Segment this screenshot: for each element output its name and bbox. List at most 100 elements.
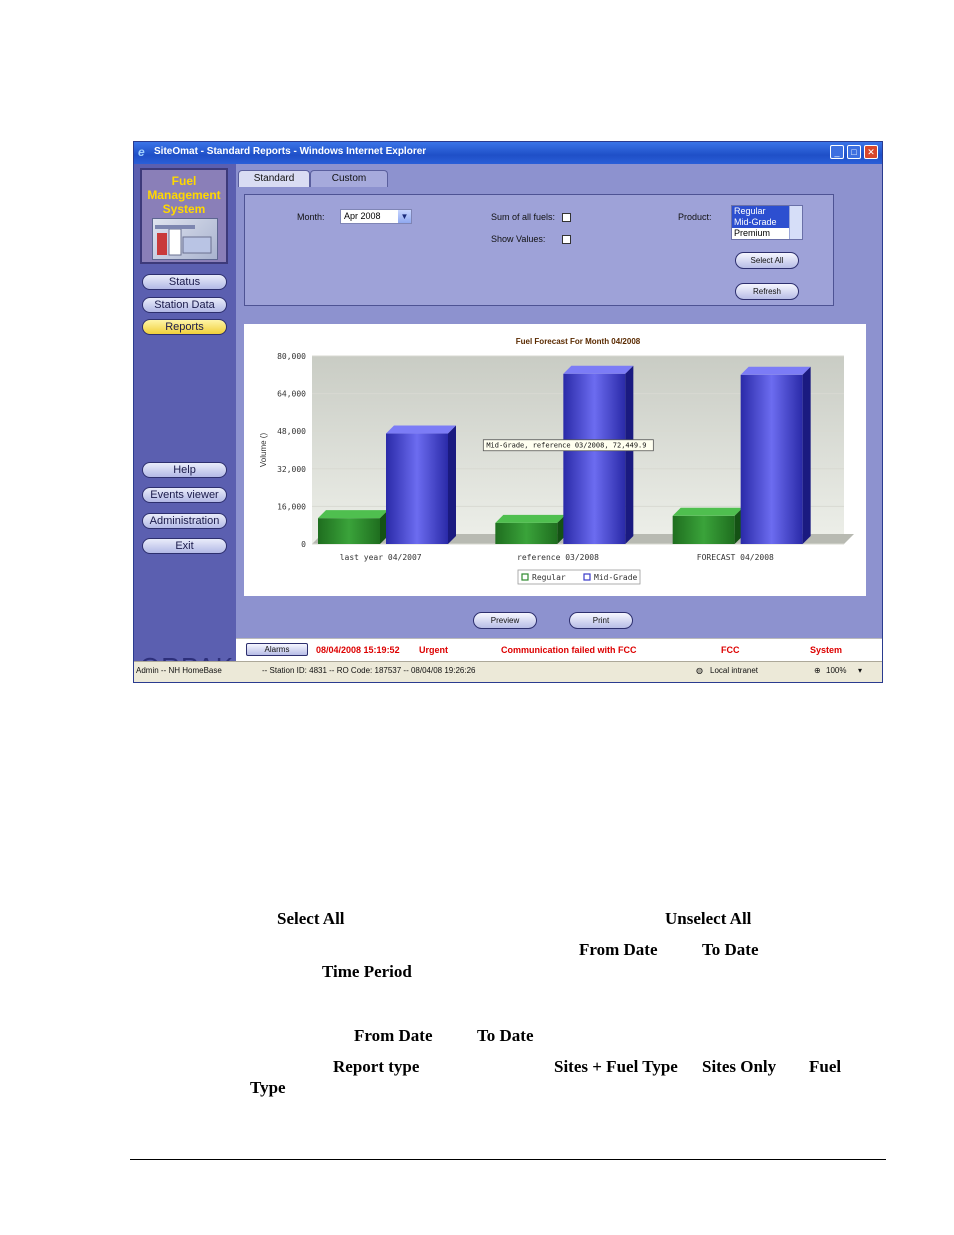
footer-divider [130,1159,886,1160]
title-bar: e SiteOmat - Standard Reports - Windows … [134,142,882,164]
bar-top-mid-grade [386,425,456,434]
status-user: Admin -- NH HomeBase [136,666,222,675]
bar-top-mid-grade [563,365,634,374]
show-values-label: Show Values: [491,234,546,244]
doc-unselect-all: Unselect All [665,909,752,928]
y-tick-label: 64,000 [277,390,306,399]
bar-mid-grade [386,433,448,544]
tab-standard[interactable]: Standard [238,170,310,187]
minimize-button[interactable]: _ [830,145,844,159]
chevron-down-icon[interactable]: ▾ [858,666,862,675]
chart-svg: Fuel Forecast For Month 04/2008 80,000 64,… [259,337,854,585]
legend-swatch-mid-grade [583,573,591,581]
doc-fuel: Fuel [809,1057,842,1076]
alarm-type: System [810,645,843,655]
doc-sites-only: Sites Only [702,1057,777,1076]
doc-from-date: From Date [579,940,658,959]
filter-panel: Month: Apr 2008 ▼ Sum of all fuels: Show… [244,194,834,306]
refresh-button[interactable]: Refresh [735,283,799,300]
tab-custom[interactable]: Custom [310,170,388,187]
alarms-button[interactable]: Alarms [246,643,308,656]
logo-line-3: System [162,202,206,216]
doc-type: Type [250,1078,286,1097]
bar-top-regular [672,507,743,516]
month-select[interactable]: Apr 2008 ▼ [340,209,412,224]
nav-station-data-button[interactable]: Station Data [142,297,227,313]
alarm-row: Alarms 08/04/2008 15:19:52 Urgent Commun… [236,638,882,661]
doc-time-period: Time Period [322,962,412,981]
nav-status-button[interactable]: Status [142,274,227,290]
nav-administration-button[interactable]: Administration [142,513,227,529]
maximize-button[interactable]: □ [847,145,861,159]
bar-regular [318,518,380,544]
legend-label-regular: Regular [532,573,566,582]
x-tick-label: reference 03/2008 [517,553,599,562]
product-label: Product: [678,212,712,222]
select-all-button[interactable]: Select All [735,252,799,269]
doc-report-type: Report type [333,1057,420,1076]
nav-events-viewer-button[interactable]: Events viewer [142,487,227,503]
bar-regular [495,522,558,544]
product-listbox[interactable]: Regular Mid-Grade Premium [731,205,803,240]
chart-tooltip-text: Mid-Grade, reference 03/2008, 72,449.9 [486,442,646,450]
zoom-icon: ⊕ [814,666,821,675]
nav-help-button[interactable]: Help [142,462,227,478]
product-scrollbar[interactable] [789,206,802,239]
doc-select-all: Select All [277,909,345,928]
chart-area: Fuel Forecast For Month 04/2008 80,000 64,… [244,324,866,596]
x-tick-label: FORECAST 04/2008 [697,553,774,562]
logo-line-1: Fuel [171,174,197,188]
main-panel: Standard Custom Month: Apr 2008 ▼ Sum of… [236,164,882,638]
month-value: Apr 2008 [344,211,381,221]
bar-side-mid-grade [625,365,634,544]
bar-mid-grade [740,374,803,544]
bar-top-regular [495,514,566,523]
bar-side-mid-grade [448,425,456,544]
y-tick-label: 16,000 [277,502,306,511]
close-button[interactable]: ✕ [864,145,878,159]
alarm-level: Urgent [419,645,448,655]
print-button[interactable]: Print [569,612,633,629]
alarm-datetime: 08/04/2008 15:19:52 [316,645,400,655]
preview-button[interactable]: Preview [473,612,537,629]
bar-top-regular [318,510,388,519]
status-zone: Local intranet [710,666,759,675]
bar-side-mid-grade [802,366,811,544]
alarm-source: FCC [721,645,740,655]
sum-all-fuels-label: Sum of all fuels: [491,212,556,222]
ie-icon: e [138,145,145,159]
x-tick-label: last year 04/2007 [340,553,422,562]
y-tick-label: 80,000 [277,352,306,361]
logo-line-2: Management [147,188,221,202]
alarm-message: Communication failed with FCC [501,645,637,655]
sidebar: Fuel Management System Status Station Da… [134,164,236,682]
bar-top-mid-grade [740,366,811,375]
chart-title: Fuel Forecast For Month 04/2008 [516,337,641,346]
doc-to-date-2: To Date [477,1026,534,1045]
globe-icon: ◍ [696,666,703,675]
doc-to-date: To Date [702,940,759,959]
y-tick-label: 48,000 [277,427,306,436]
fms-logo: Fuel Management System [140,168,228,264]
station-illustration-icon [152,218,218,260]
doc-from-date-2: From Date [354,1026,433,1045]
window-title: SiteOmat - Standard Reports - Windows In… [154,146,427,157]
month-label: Month: [297,212,325,222]
chevron-down-icon[interactable]: ▼ [398,210,411,223]
status-station: -- Station ID: 4831 -- RO Code: 187537 -… [262,666,476,675]
show-values-checkbox[interactable] [562,235,571,244]
browser-window: e SiteOmat - Standard Reports - Windows … [133,141,883,683]
y-tick-label: 0 [301,540,306,549]
nav-reports-button[interactable]: Reports [142,319,227,335]
bar-mid-grade [563,373,626,544]
status-zoom[interactable]: 100% [826,666,846,675]
sum-all-fuels-checkbox[interactable] [562,213,571,222]
legend-swatch-regular [521,573,529,581]
bar-regular [672,515,735,544]
y-tick-label: 32,000 [277,465,306,474]
nav-exit-button[interactable]: Exit [142,538,227,554]
fuel-forecast-chart: Fuel Forecast For Month 04/2008 80,000 64,… [244,324,866,596]
doc-sites-fuel-type: Sites + Fuel Type [554,1057,678,1076]
y-axis-label: Volume () [259,433,268,468]
browser-status-bar: Admin -- NH HomeBase -- Station ID: 4831… [134,661,882,682]
